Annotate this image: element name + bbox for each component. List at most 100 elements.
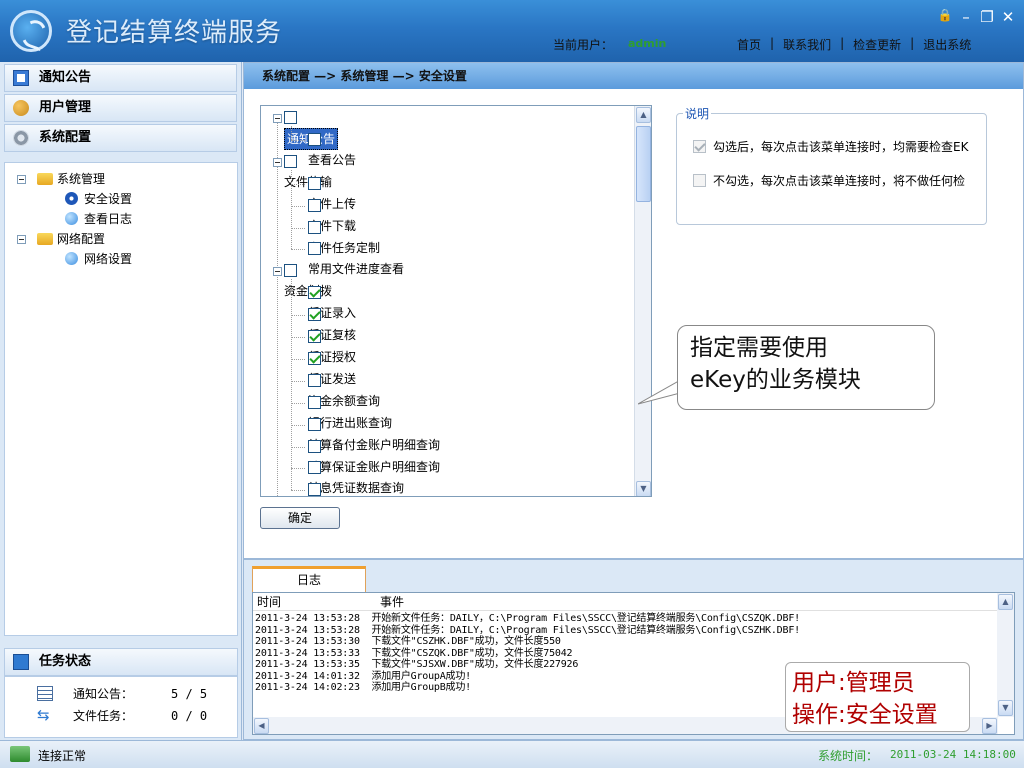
nav-logout-link[interactable]: 退出系统 [914,36,980,53]
perm-checkbox[interactable] [308,417,321,431]
perm-checkbox[interactable] [284,154,297,168]
perm-group[interactable]: 资金划拨 [284,261,332,298]
nav-contact-link[interactable]: 联系我们 [774,36,840,53]
scroll-down-icon[interactable]: ▼ [998,700,1013,716]
perm-checkbox[interactable] [308,483,321,496]
perm-item[interactable]: 资金余额查询 [308,371,380,408]
sidebar-section-sysconfig[interactable]: 系统配置 [4,124,237,152]
breadcrumb: 系统配置 —> 系统管理 —> 安全设置 [244,63,1023,89]
perm-item[interactable]: 凭证复核 [308,305,356,342]
tree-item-log[interactable]: 查看日志 [5,209,237,229]
perm-item[interactable]: 文件下载 [308,196,356,233]
perm-checkbox[interactable] [284,111,297,124]
log-header: 时间 事件 [253,593,998,611]
permission-tree: 通知公告查看公告文件传输文件上传文件下载文件任务定制常用文件进度查看资金划拨凭证… [260,105,652,497]
main-panel: 系统配置 —> 系统管理 —> 安全设置 通知公告查看公告文件传输文件上传文件下… [243,62,1024,559]
perm-checkbox[interactable] [308,198,321,212]
users-icon [13,100,29,116]
lock-icon[interactable]: 🔒 [937,8,953,26]
perm-item[interactable]: 凭证发送 [308,349,356,386]
perm-checkbox[interactable] [284,264,297,278]
perm-item[interactable]: 银行进出账查询 [308,393,392,430]
task-status-title: 任务状态 [39,654,92,669]
scroll-left-icon[interactable]: ◀ [254,718,269,734]
collapse-icon[interactable] [17,175,26,184]
perm-checkbox[interactable] [308,351,321,365]
list-icon [37,686,53,701]
tree-item-security[interactable]: 安全设置 [5,189,237,209]
sidebar-section-notice[interactable]: 通知公告 [4,64,237,92]
log-col-time: 时间 [257,595,282,609]
close-icon[interactable]: ✕ [1000,8,1016,26]
perm-item[interactable]: 结算备付金账户明细查询 [308,415,440,452]
scroll-right-icon[interactable]: ▶ [982,718,997,734]
nav-home-link[interactable]: 首页 [728,36,770,53]
restore-icon[interactable]: ❐ [979,8,995,26]
tab-log[interactable]: 日志 [252,566,366,592]
tree-group-network[interactable]: 网络配置 [5,229,237,249]
perm-checkbox[interactable] [308,373,321,387]
perm-checkbox[interactable] [308,330,321,343]
perm-group[interactable]: 通知公告 [284,108,339,150]
sidebar-section-users[interactable]: 用户管理 [4,94,237,122]
perm-item[interactable]: 结算备付金账户历史余额查询 [308,480,464,496]
task-row-label: 文件任务： [73,709,134,723]
perm-checkbox[interactable] [308,132,321,146]
perm-checkbox[interactable] [308,439,321,453]
collapse-icon[interactable] [273,114,282,123]
minimize-icon[interactable]: – [958,8,974,26]
log-row: 2011-3-24 13:53:28 开始新文件任务：DAILY，C:\Prog… [255,625,800,637]
log-vscrollbar[interactable]: ▲ ▼ [997,593,1014,717]
scroll-down-icon[interactable]: ▼ [636,481,651,496]
tree-item-label: 网络设置 [84,252,133,266]
collapse-icon[interactable] [17,235,26,244]
app-logo-icon [10,10,52,52]
perm-item[interactable]: 查看公告 [308,130,356,167]
nav-update-link[interactable]: 检查更新 [844,36,910,53]
checkbox-sample-checked [693,140,706,153]
log-row-event: 添加用户GroupA成功! [371,670,471,682]
sidebar: 通知公告 用户管理 系统配置 系统管理 安全设置 查看日志 网络配置 网络设置 … [0,62,242,740]
perm-checkbox[interactable] [308,242,321,256]
perm-item[interactable]: 凭证录入 [308,283,356,320]
status-bar: 连接正常 系统时间： 2011-03-24 14:18:00 [0,740,1024,768]
perm-item[interactable]: 常用文件进度查看 [308,239,404,276]
system-time-value: 2011-03-24 14:18:00 [890,748,1016,761]
perm-checkbox[interactable] [308,461,321,475]
task-status-header[interactable]: 任务状态 [4,648,238,676]
explanation-box: 说明 勾选后，每次点击该菜单连接时，均需要检查EK 不勾选，每次点击该菜单连接时… [676,105,987,225]
tree-group-sysmgmt[interactable]: 系统管理 [5,169,237,189]
sidebar-tree: 系统管理 安全设置 查看日志 网络配置 网络设置 [4,162,238,636]
permission-scrollbar[interactable]: ▲ ▼ [634,106,651,496]
tree-item-label: 查看日志 [84,212,133,226]
perm-checkbox[interactable] [308,220,321,234]
explanation-checked: 勾选后，每次点击该菜单连接时，均需要检查EK [693,138,983,155]
network-icon [65,252,78,265]
perm-checkbox[interactable] [308,176,321,190]
annotation-stamp: 用户:管理员 操作:安全设置 [785,662,970,732]
log-row: 2011-3-24 13:53:28 开始新文件任务：DAILY，C:\Prog… [255,613,800,625]
perm-group[interactable]: 文件传输 [284,152,332,189]
perm-checkbox[interactable] [308,308,321,322]
perm-item[interactable]: 文件任务定制 [308,218,380,255]
log-row-event: 开始新文件任务：DAILY，C:\Program Files\SSCC\登记结算… [371,613,800,624]
tree-item-netsettings[interactable]: 网络设置 [5,249,237,269]
system-time-label: 系统时间： [818,749,879,763]
perm-item[interactable]: 文件上传 [308,174,356,211]
scroll-up-icon[interactable]: ▲ [998,594,1013,610]
perm-item[interactable]: 结息凭证数据查询 [308,458,404,495]
notice-icon [13,70,29,86]
confirm-button[interactable]: 确定 [260,507,340,529]
permission-tree-list: 通知公告查看公告文件传输文件上传文件下载文件任务定制常用文件进度查看资金划拨凭证… [261,106,636,496]
perm-checkbox[interactable] [308,286,321,300]
title-bar: 登记结算终端服务 当前用户： admin 首页 | 联系我们 | 检查更新 | … [0,0,1024,62]
connection-status: 连接正常 [38,749,87,763]
perm-checkbox[interactable] [308,395,321,409]
perm-item[interactable]: 凭证授权 [308,327,356,364]
scroll-up-icon[interactable]: ▲ [636,107,651,123]
collapse-icon[interactable] [273,157,282,167]
gear-icon [13,130,29,146]
perm-item[interactable]: 结算保证金账户明细查询 [308,437,440,474]
collapse-icon[interactable] [273,267,282,277]
scroll-thumb[interactable] [636,126,651,202]
